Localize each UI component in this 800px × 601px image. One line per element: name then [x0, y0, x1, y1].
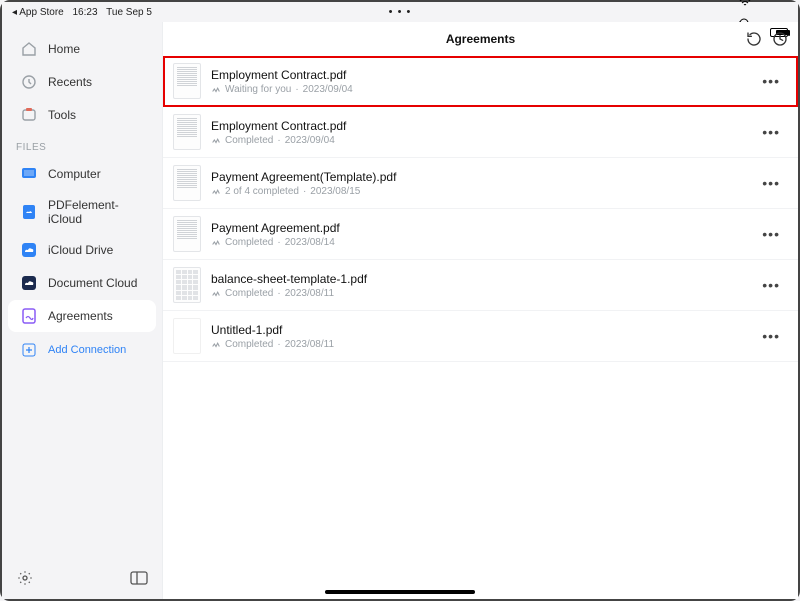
file-status: Completed · 2023/09/04	[211, 135, 748, 146]
add-connection-label: Add Connection	[48, 344, 126, 356]
file-status: Completed · 2023/08/11	[211, 288, 748, 299]
file-row[interactable]: Employment Contract.pdf Completed · 2023/…	[163, 107, 798, 158]
doc-thumbnail	[173, 216, 201, 252]
more-icon[interactable]: •••	[758, 171, 784, 195]
files-section-label: FILES	[2, 132, 162, 157]
more-icon[interactable]: •••	[758, 273, 784, 297]
doc-thumbnail	[173, 267, 201, 303]
sidebar-item-pdfelement-icloud[interactable]: PDFelement-iCloud	[8, 191, 156, 233]
page-title: Agreements	[446, 32, 515, 46]
file-title: Employment Contract.pdf	[211, 119, 748, 133]
status-bar: ◂ App Store 16:23 Tue Sep 5 • • • 86%	[2, 2, 798, 22]
more-icon[interactable]: •••	[758, 324, 784, 348]
file-status: Completed · 2023/08/11	[211, 339, 748, 350]
cloud-doc-icon	[20, 203, 38, 221]
file-row[interactable]: balance-sheet-template-1.pdf Completed · …	[163, 260, 798, 311]
file-row[interactable]: Employment Contract.pdf Waiting for you ·…	[163, 56, 798, 107]
back-to-app[interactable]: ◂ App Store	[12, 7, 64, 18]
settings-icon[interactable]	[16, 569, 34, 587]
sidebar-item-home[interactable]: Home	[8, 33, 156, 65]
sidebar-item-label: PDFelement-iCloud	[48, 198, 144, 226]
file-status: 2 of 4 completed · 2023/08/15	[211, 186, 748, 197]
sidebar: Home Recents Tools FILES Computer PDFelemen…	[2, 22, 162, 599]
more-icon[interactable]: •••	[758, 120, 784, 144]
sidebar-item-computer[interactable]: Computer	[8, 158, 156, 190]
cloud-dark-icon	[20, 274, 38, 292]
main-panel: Agreements Employment Contract.pdf Waitin…	[162, 22, 798, 599]
doc-thumbnail	[173, 165, 201, 201]
sidebar-item-label: iCloud Drive	[48, 243, 113, 257]
file-title: Untitled-1.pdf	[211, 323, 748, 337]
tools-icon	[20, 106, 38, 124]
file-row[interactable]: Untitled-1.pdf Completed · 2023/08/11 •••	[163, 311, 798, 362]
home-indicator[interactable]	[325, 590, 475, 594]
file-list: Employment Contract.pdf Waiting for you ·…	[163, 56, 798, 599]
sidebar-item-tools[interactable]: Tools	[8, 99, 156, 131]
file-row[interactable]: Payment Agreement.pdf Completed · 2023/08…	[163, 209, 798, 260]
file-status: Waiting for you · 2023/09/04	[211, 84, 748, 95]
sidebar-item-label: Computer	[48, 167, 101, 181]
plus-icon	[20, 341, 38, 359]
doc-thumbnail	[173, 63, 201, 99]
file-title: Payment Agreement.pdf	[211, 221, 748, 235]
home-icon	[20, 40, 38, 58]
sidebar-item-label: Recents	[48, 75, 92, 89]
more-icon[interactable]: •••	[758, 69, 784, 93]
sidebar-item-label: Home	[48, 42, 80, 56]
more-icon[interactable]: •••	[758, 222, 784, 246]
file-title: Payment Agreement(Template).pdf	[211, 170, 748, 184]
status-date: Tue Sep 5	[106, 7, 152, 18]
add-connection-button[interactable]: Add Connection	[8, 334, 156, 366]
sidebar-item-recents[interactable]: Recents	[8, 66, 156, 98]
sidebar-item-icloud-drive[interactable]: iCloud Drive	[8, 234, 156, 266]
history-icon[interactable]	[772, 31, 788, 47]
multitask-dots-icon[interactable]: • • •	[389, 6, 412, 18]
sidebar-item-label: Agreements	[48, 309, 113, 323]
doc-thumbnail	[173, 318, 201, 354]
file-status: Completed · 2023/08/14	[211, 237, 748, 248]
file-row[interactable]: Payment Agreement(Template).pdf 2 of 4 co…	[163, 158, 798, 209]
file-title: balance-sheet-template-1.pdf	[211, 272, 748, 286]
wifi-icon	[739, 0, 788, 7]
sidebar-collapse-icon[interactable]	[130, 569, 148, 587]
signature-icon	[20, 307, 38, 325]
file-title: Employment Contract.pdf	[211, 68, 748, 82]
doc-thumbnail	[173, 114, 201, 150]
main-header: Agreements	[163, 22, 798, 56]
cloud-icon	[20, 241, 38, 259]
clock-icon	[20, 73, 38, 91]
sidebar-item-label: Tools	[48, 108, 76, 122]
refresh-icon[interactable]	[746, 31, 762, 47]
sidebar-item-document-cloud[interactable]: Document Cloud	[8, 267, 156, 299]
display-icon	[20, 165, 38, 183]
sidebar-item-agreements[interactable]: Agreements	[8, 300, 156, 332]
status-time: 16:23	[73, 7, 98, 18]
sidebar-item-label: Document Cloud	[48, 276, 137, 290]
